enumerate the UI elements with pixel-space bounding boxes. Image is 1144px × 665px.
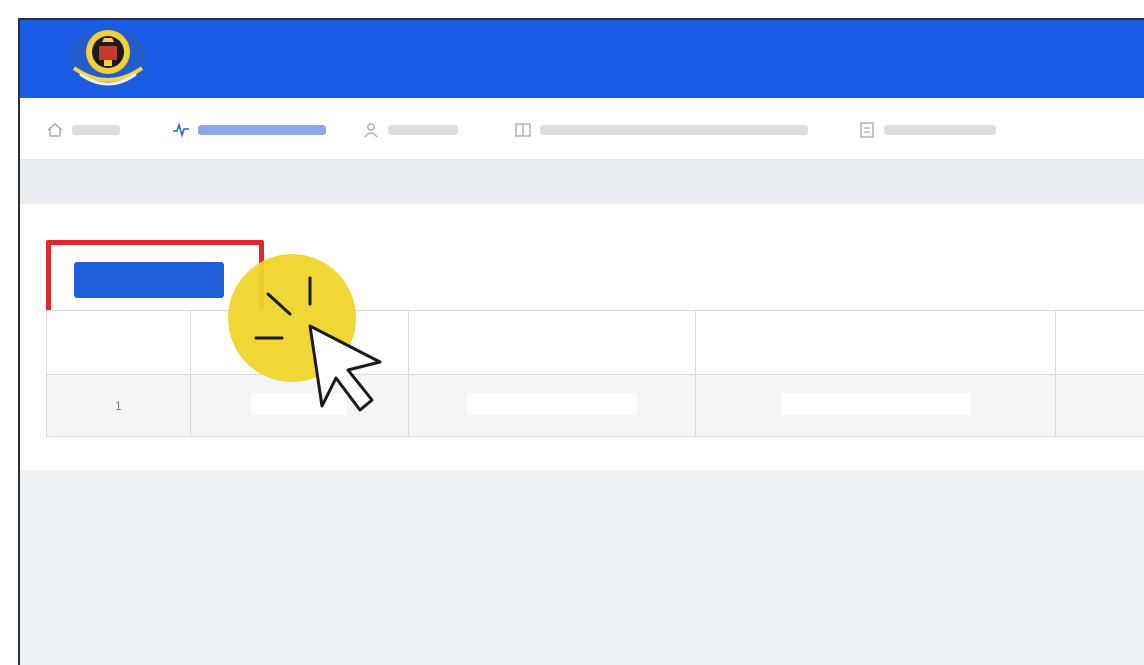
column-header [1055,310,1144,375]
page-background [20,470,1144,665]
table-cell-index: 1 [46,374,191,437]
table-header-row [46,310,1144,375]
table-cell [695,374,1057,437]
user-icon [364,123,378,138]
page-header-band [20,160,1144,204]
column-header [695,310,1057,375]
registration-table: 1 [46,310,1144,437]
main-content: 1 [20,204,1144,470]
table-row[interactable]: 1 [46,374,1144,437]
government-emblem-icon [70,28,146,88]
table-cell [1055,374,1144,437]
nav-item-home[interactable] [46,120,120,140]
nav-item-info[interactable] [514,120,808,140]
app-header [20,20,1144,98]
browser-window: 1 [18,18,1144,665]
home-icon [47,123,63,137]
nav-item-register[interactable] [172,120,326,140]
column-header [407,310,697,375]
activity-icon [173,122,189,138]
book-icon [515,123,531,137]
column-header [46,310,191,375]
table-cell [189,374,409,437]
table-cell [407,374,697,437]
register-unemployment-button[interactable] [74,262,224,298]
document-icon [860,122,874,138]
nav-item-manual[interactable] [858,120,996,140]
main-nav [20,98,1144,160]
nav-item-profile[interactable] [362,120,458,140]
column-header [189,310,409,375]
